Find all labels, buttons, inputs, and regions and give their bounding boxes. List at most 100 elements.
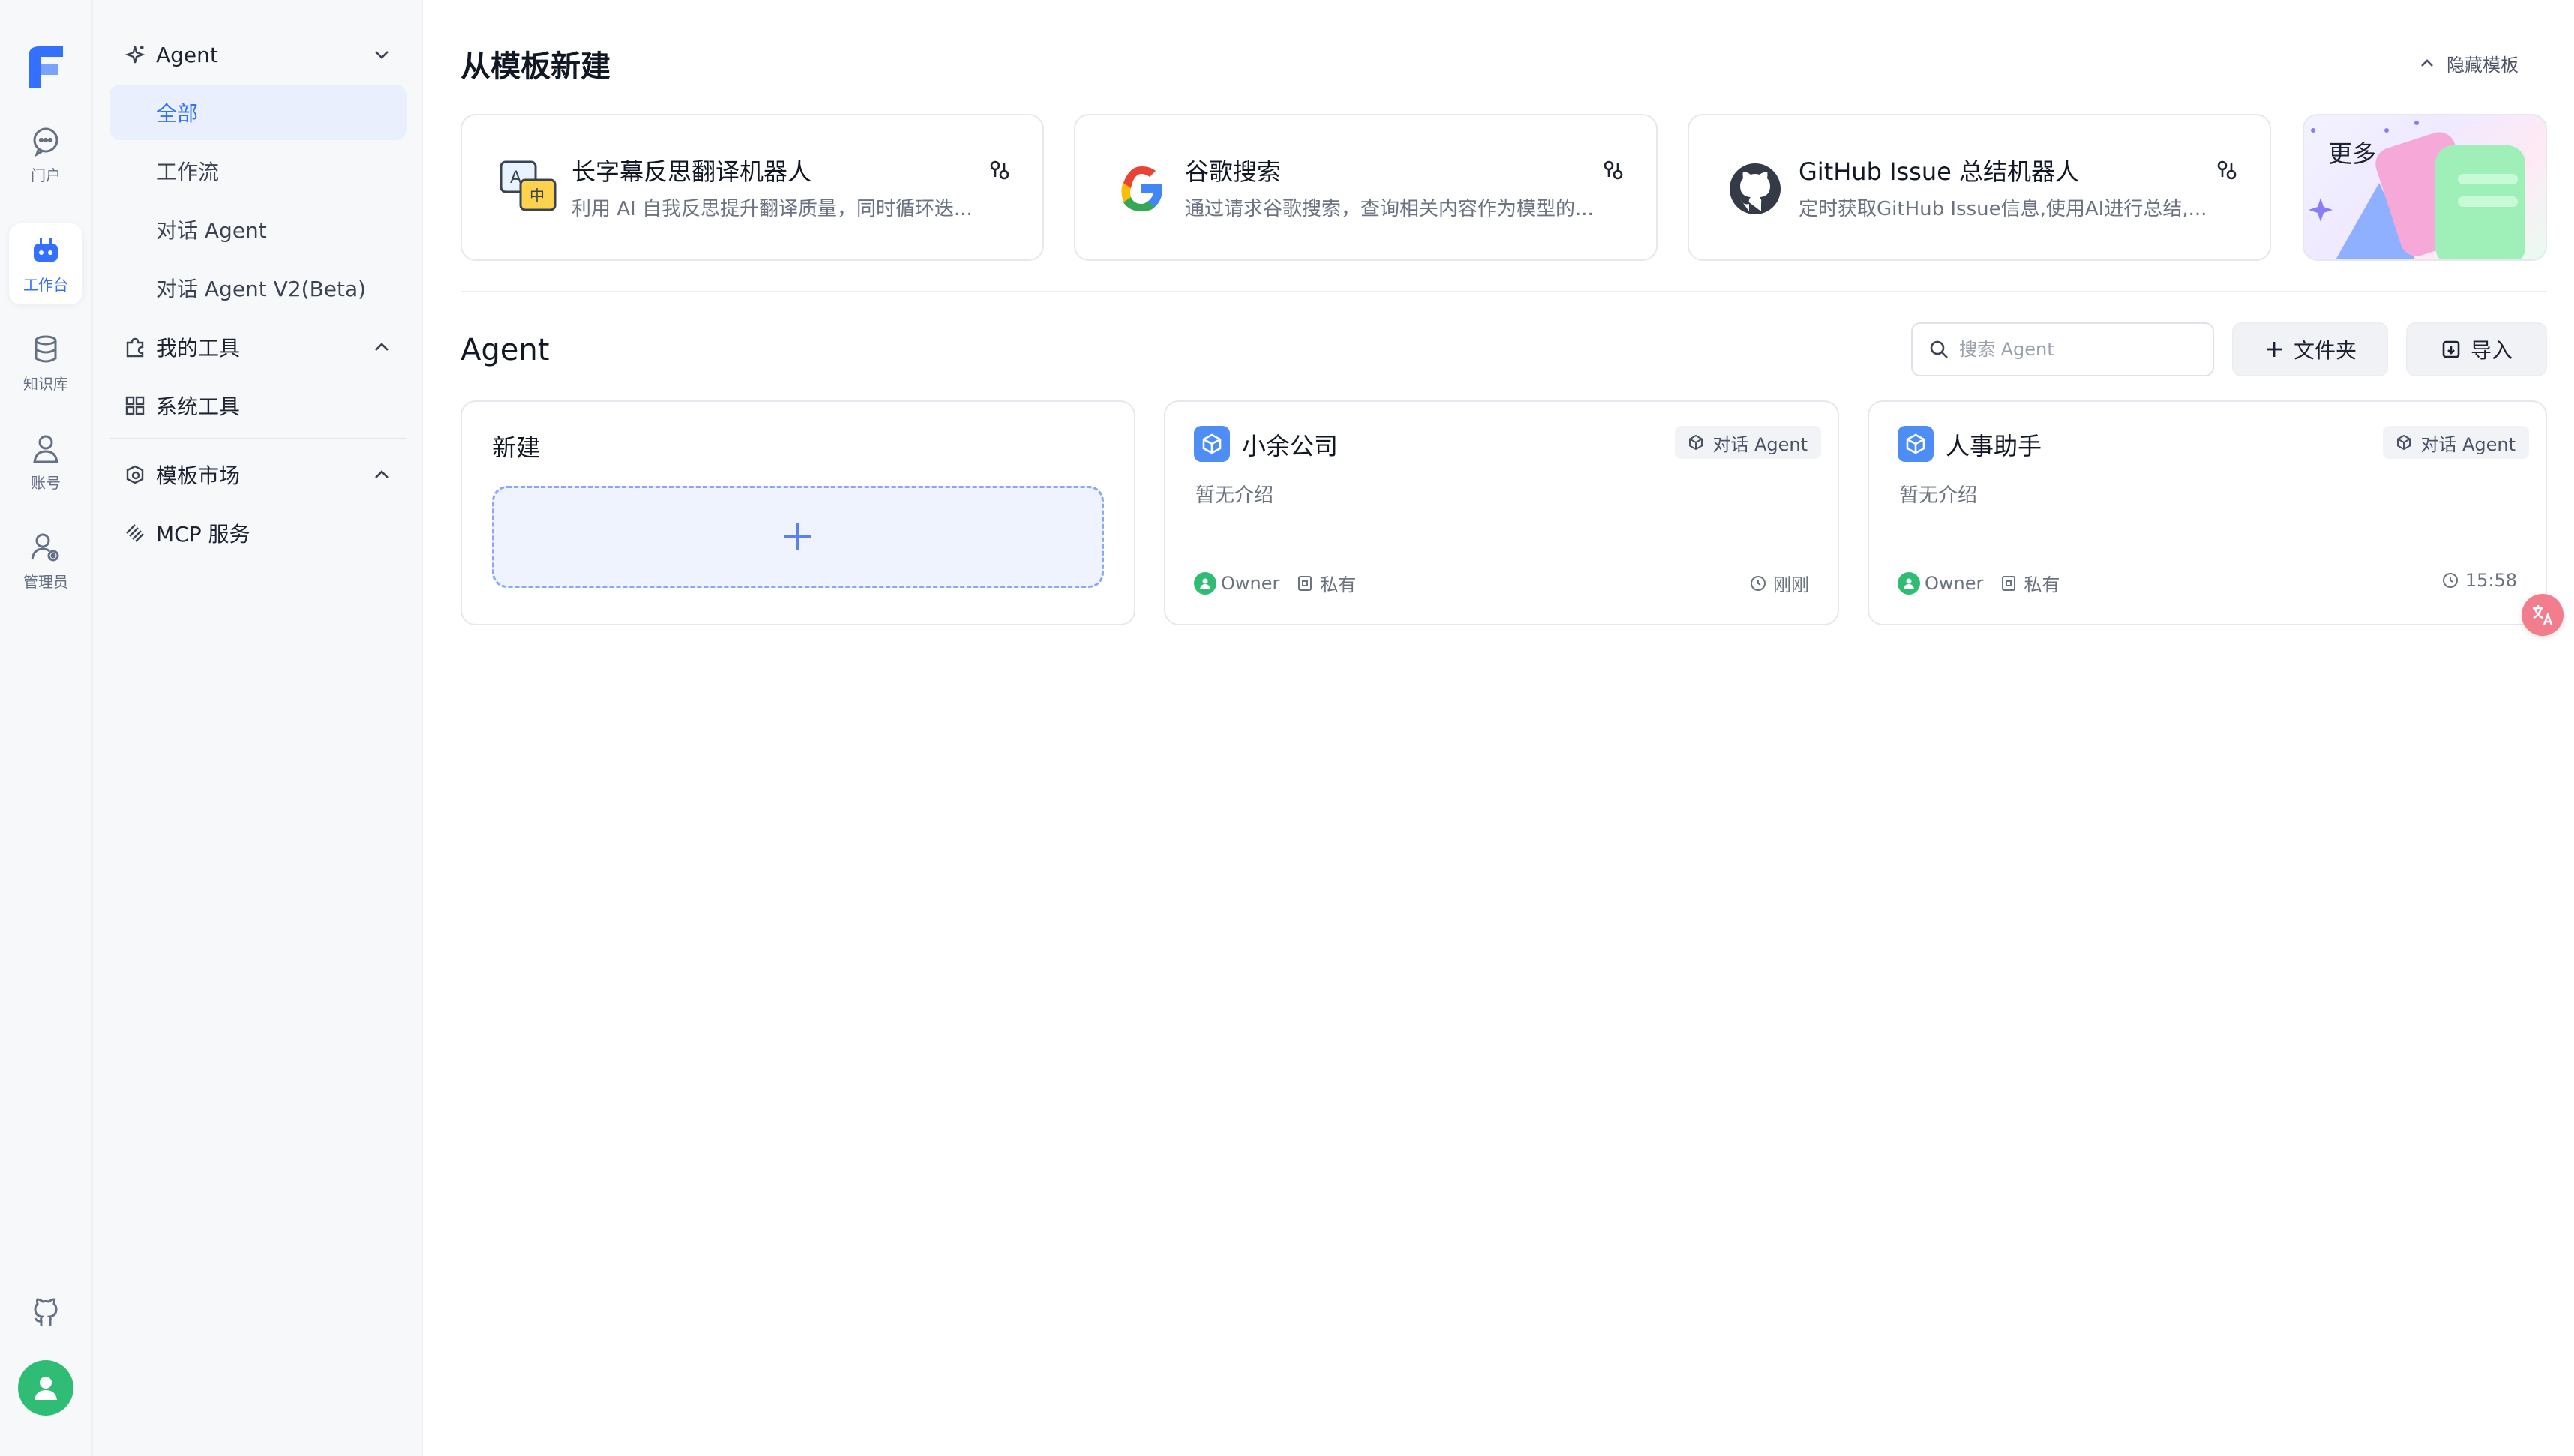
template-card[interactable]: A 中 长字幕反思翻译机器人 利用 AI 自我反思提升翻译质量，同时循环迭... — [460, 114, 1044, 261]
template-desc: 利用 AI 自我反思提升翻译质量，同时循环迭... — [572, 198, 973, 220]
import-icon — [2442, 340, 2460, 358]
rail-item-label: 知识库 — [23, 374, 68, 393]
agent-type-badge: 对话 Agent — [1675, 426, 1821, 459]
agent-cube-icon — [1194, 426, 1230, 462]
sidebar-item-label: MCP 服务 — [156, 522, 250, 547]
hide-templates-button[interactable]: 隐藏模板 — [2418, 48, 2518, 78]
agent-search-input[interactable] — [1959, 339, 2199, 360]
secondary-sidebar: Agent 全部 工作流 对话 Agent 对话 Agent V2(Beta) … — [93, 0, 423, 1456]
sidebar-group-label: 模板市场 — [156, 463, 241, 488]
sidebar-item-mcp[interactable]: MCP 服务 — [108, 510, 408, 556]
template-desc: 通过请求谷歌搜索，查询相关内容作为模型的... — [1185, 198, 1594, 220]
cube-icon — [2397, 434, 2411, 451]
agent-visibility-label: 私有 — [2024, 574, 2060, 595]
svg-text:中: 中 — [530, 187, 544, 205]
template-icon — [126, 465, 144, 484]
primary-rail: 门户 工作台 知识库 账号 管理员 — [0, 0, 93, 1456]
hide-templates-label: 隐藏模板 — [2446, 54, 2518, 76]
chat-bubble-icon — [33, 127, 58, 157]
sidebar-item-label: 工作流 — [156, 160, 220, 184]
link-icon[interactable] — [988, 159, 1011, 181]
agent-visibility: 私有 — [1296, 570, 1356, 596]
app-window: 门户 工作台 知识库 账号 管理员 Agent 全部 工作流 对话 Agent … — [0, 0, 2574, 1456]
rail-item-portal[interactable]: 门户 — [9, 114, 82, 195]
main-content: 从模板新建 隐藏模板 A 中 长字幕反思翻译机器人 利用 AI 自我反思提升翻译… — [423, 0, 2574, 1456]
rail-item-knowledge[interactable]: 知识库 — [9, 322, 82, 403]
template-name: 长字幕反思翻译机器人 — [572, 157, 812, 186]
plus-icon — [784, 523, 812, 550]
sidebar-group-template-market[interactable]: 模板市场 — [108, 451, 408, 498]
sidebar-group-label: Agent — [156, 42, 218, 67]
grid-icon — [125, 396, 145, 415]
agent-card[interactable]: 小余公司 对话 Agent 暂无介绍 Owner 私有 刚刚 — [1164, 400, 1839, 625]
avatar[interactable] — [18, 1360, 74, 1416]
database-icon — [34, 335, 57, 362]
google-icon — [1121, 166, 1162, 211]
agent-meta: Owner 私有 — [1194, 570, 1356, 596]
sidebar-divider — [110, 438, 406, 439]
rail-item-label: 工作台 — [23, 275, 68, 294]
template-card[interactable]: GitHub Issue 总结机器人 定时获取GitHub Issue信息,使用… — [1688, 114, 2271, 261]
mcp-icon — [126, 524, 144, 542]
sidebar-item-chat-agent[interactable]: 对话 Agent — [110, 202, 406, 257]
app-logo-icon[interactable] — [22, 42, 69, 93]
agent-owner-label: Owner — [1924, 572, 1984, 594]
template-card[interactable]: 谷歌搜索 通过请求谷歌搜索，查询相关内容作为模型的... — [1074, 114, 1658, 261]
more-templates-card[interactable]: 更多 — [2302, 114, 2547, 261]
cube-icon — [1689, 434, 1703, 451]
new-folder-button[interactable]: 文件夹 — [2232, 322, 2388, 376]
sidebar-item-all[interactable]: 全部 — [110, 85, 406, 140]
translate-icon — [2533, 605, 2553, 625]
rail-item-admin[interactable]: 管理员 — [9, 520, 82, 601]
sidebar-group-label: 我的工具 — [156, 336, 241, 361]
agents-title: Agent — [460, 333, 550, 367]
create-agent-button[interactable] — [492, 486, 1104, 588]
chevron-down-icon — [375, 51, 388, 59]
chevron-up-icon — [375, 343, 388, 351]
sidebar-item-label: 对话 Agent — [156, 218, 267, 243]
sidebar-group-my-tools[interactable]: 我的工具 — [108, 324, 408, 370]
agent-card[interactable]: 人事助手 对话 Agent 暂无介绍 Owner 私有 15:58 — [1868, 400, 2547, 625]
import-label: 导入 — [2470, 338, 2512, 363]
agent-owner-label: Owner — [1221, 572, 1280, 594]
rail-item-account[interactable]: 账号 — [9, 421, 82, 502]
templates-title: 从模板新建 — [460, 49, 610, 84]
template-name: 谷歌搜索 — [1185, 157, 1282, 186]
agent-updated-label: 刚刚 — [1773, 574, 1809, 595]
rail-item-label: 管理员 — [23, 572, 68, 591]
translate-template-icon: A 中 — [500, 160, 556, 211]
github-icon[interactable] — [28, 1296, 63, 1330]
sidebar-item-label: 对话 Agent V2(Beta) — [156, 277, 367, 301]
user-gear-icon — [31, 533, 59, 561]
agent-visibility-label: 私有 — [1320, 574, 1357, 595]
lock-doc-icon — [2002, 575, 2016, 591]
rail-item-workspace[interactable]: 工作台 — [9, 223, 82, 304]
sidebar-item-label: 全部 — [156, 101, 199, 126]
agent-owner: Owner — [1194, 571, 1280, 595]
link-icon[interactable] — [2216, 159, 2238, 181]
agent-name: 人事助手 — [1946, 432, 2042, 460]
import-button[interactable]: 导入 — [2406, 322, 2547, 376]
template-desc: 定时获取GitHub Issue信息,使用AI进行总结,... — [1798, 198, 2207, 220]
agent-updated-label: 15:58 — [2464, 570, 2517, 591]
sidebar-item-system-tools[interactable]: 系统工具 — [108, 382, 408, 429]
puzzle-icon — [126, 337, 144, 358]
template-name: GitHub Issue 总结机器人 — [1798, 157, 2079, 186]
new-folder-label: 文件夹 — [2293, 338, 2356, 363]
rail-item-label: 门户 — [31, 166, 61, 184]
owner-avatar-icon — [1194, 571, 1216, 595]
translate-float-button[interactable] — [2522, 594, 2564, 636]
clock-icon — [2442, 573, 2458, 588]
new-agent-card: 新建 — [460, 400, 1136, 625]
sidebar-item-chat-agent-v2[interactable]: 对话 Agent V2(Beta) — [110, 260, 406, 316]
owner-avatar-icon — [1898, 571, 1920, 595]
plus-icon — [2266, 342, 2282, 357]
link-icon[interactable] — [1602, 159, 1624, 181]
sidebar-group-agent[interactable]: Agent — [108, 31, 408, 78]
chevron-up-icon — [375, 470, 388, 478]
sparkle-icon — [124, 46, 146, 64]
agent-intro: 暂无介绍 — [1196, 484, 1274, 507]
chevron-up-icon — [2421, 59, 2433, 67]
sidebar-item-workflow[interactable]: 工作流 — [110, 143, 406, 199]
new-agent-title: 新建 — [492, 433, 541, 462]
